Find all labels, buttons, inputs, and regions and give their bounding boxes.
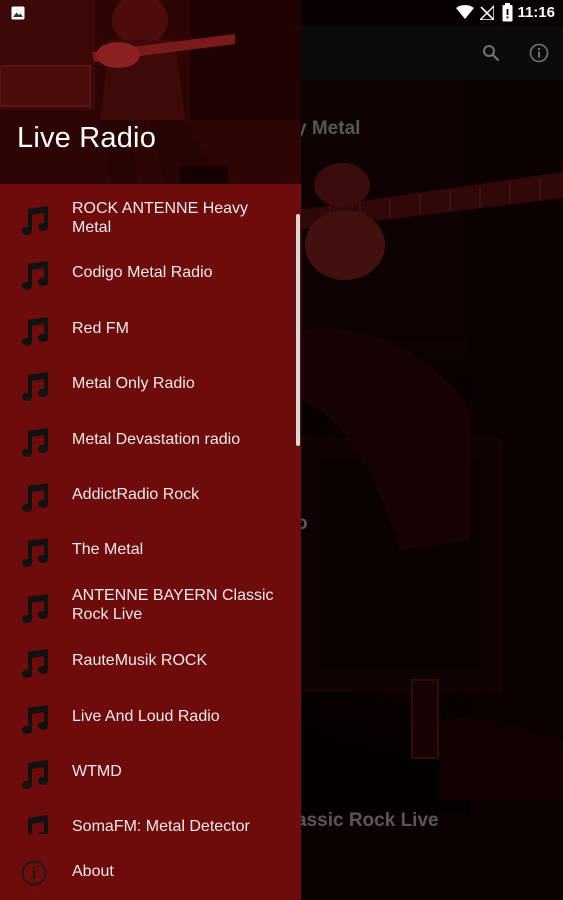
no-signal-icon [480,5,494,20]
station-label: The Metal [72,541,144,559]
wifi-icon [456,5,474,19]
station-item[interactable]: RauteMusik ROCK [0,635,301,690]
about-menu-item[interactable]: About [0,844,301,900]
drawer-title: Live Radio [17,122,157,154]
station-label: ANTENNE BAYERN Classic Rock Live [72,587,274,624]
status-time: 11:16 [517,4,555,21]
music-note-icon [22,206,48,235]
status-bar: 11:16 [0,0,563,26]
station-label: WTMD [72,763,122,780]
station-item[interactable]: Red FM [0,303,301,358]
station-item[interactable]: Metal Devastation radio [0,414,301,469]
station-item[interactable]: WTMD [0,746,301,801]
music-note-icon [22,760,48,789]
music-note-icon [22,538,48,568]
station-label: Red FM [72,319,129,337]
drawer-scrollbar[interactable] [296,214,300,446]
station-label: RauteMusik ROCK [72,652,208,670]
music-note-icon [22,316,48,346]
music-note-icon [22,704,48,734]
station-item[interactable]: Codigo Metal Radio [0,247,301,302]
station-label: Metal Only Radio [72,375,195,393]
music-note-icon [22,649,48,679]
station-list[interactable]: ROCK ANTENNE Heavy Metal Codigo Metal Rad… [0,184,301,834]
info-icon [21,860,47,886]
image-notification-icon [11,6,25,20]
battery-icon [502,3,513,22]
station-label: SomaFM: Metal Detector [72,818,250,834]
music-note-icon [22,372,48,402]
station-label: AddictRadio Rock [72,486,200,503]
station-label: ROCK ANTENNE Heavy Metal [72,199,249,236]
station-label: Metal Devastation radio [72,430,241,448]
station-item[interactable]: The Metal [0,524,301,579]
station-item[interactable]: Metal Only Radio [0,358,301,413]
music-note-icon [22,427,48,457]
drawer-scrim[interactable] [301,0,563,900]
station-item[interactable]: ANTENNE BAYERN Classic Rock Live [0,580,301,635]
music-note-icon [28,815,48,834]
station-item[interactable]: Live And Loud Radio [0,691,301,746]
navigation-drawer: Live Radio ROCK ANTENNE Heavy Metal Codig… [0,0,301,900]
drawer-header: Live Radio [0,0,301,184]
station-item[interactable]: AddictRadio Rock [0,469,301,524]
station-item[interactable]: ROCK ANTENNE Heavy Metal [0,192,301,247]
music-note-icon [22,261,48,291]
music-note-icon [22,483,48,512]
station-label: Codigo Metal Radio [72,264,213,282]
station-label: Live And Loud Radio [72,707,220,725]
station-item[interactable]: SomaFM: Metal Detector [0,801,301,834]
about-label: About [72,863,114,880]
header-guitarist-image [0,0,301,184]
music-note-icon [22,593,48,623]
